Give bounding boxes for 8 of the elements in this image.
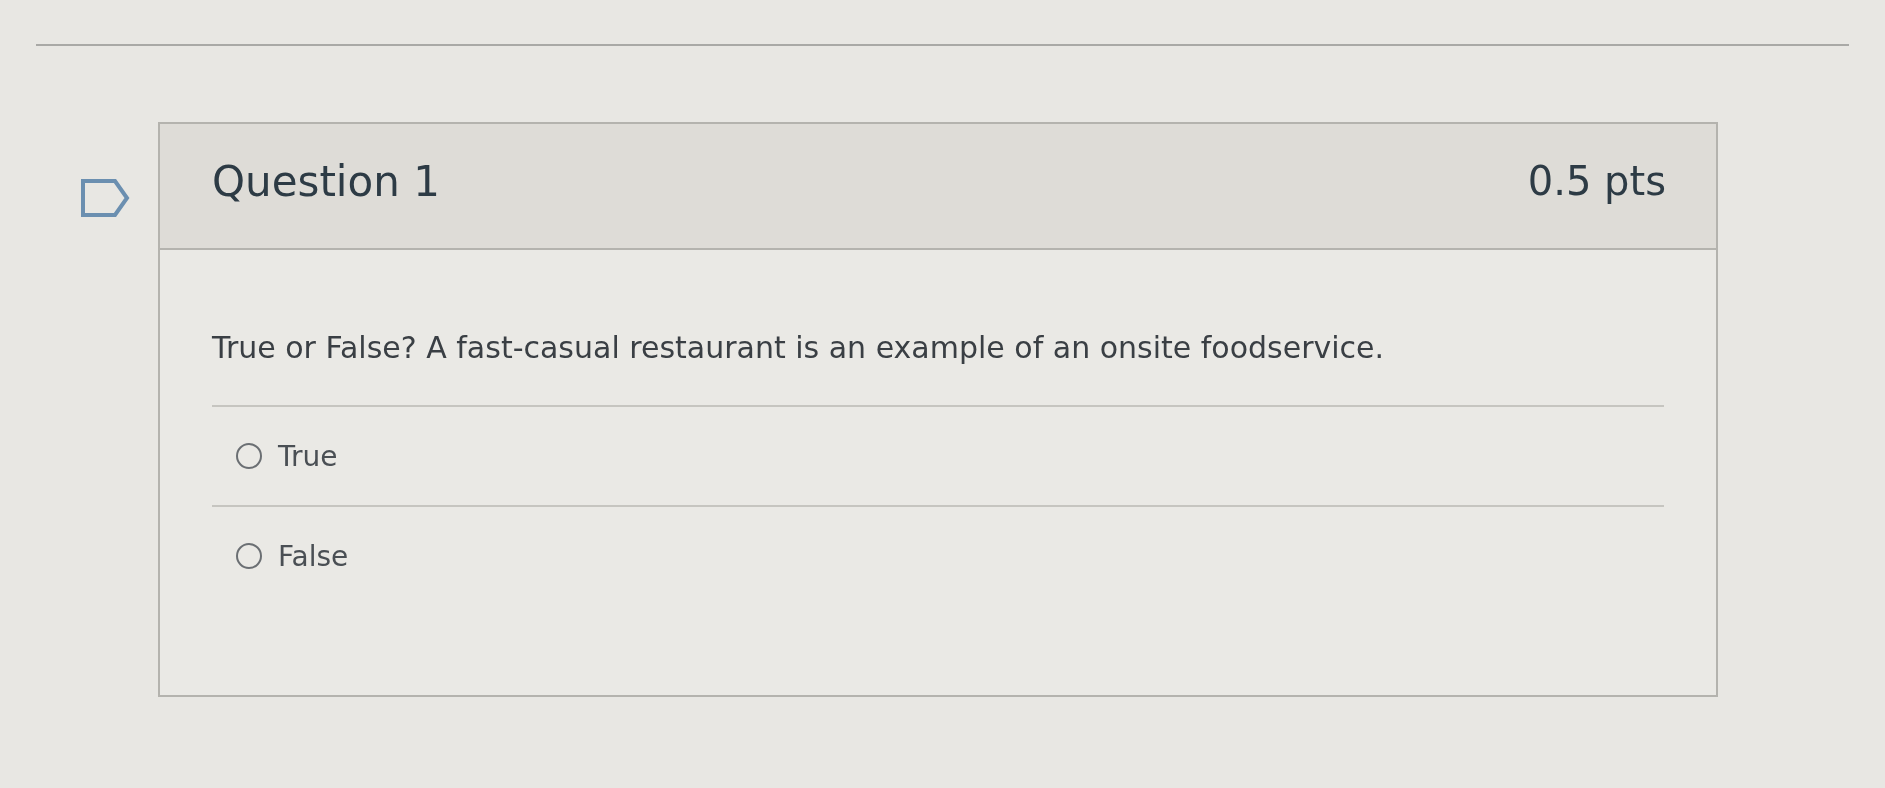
question-title: Question 1 bbox=[212, 156, 440, 206]
answer-label[interactable]: False bbox=[278, 539, 349, 573]
radio-button[interactable] bbox=[236, 443, 262, 469]
answer-label[interactable]: True bbox=[278, 439, 338, 473]
question-text: True or False? A fast-casual restaurant is an example of an onsite foodservice. bbox=[212, 330, 1664, 407]
flag-icon[interactable] bbox=[80, 178, 130, 218]
radio-button[interactable] bbox=[236, 543, 262, 569]
question-points: 0.5 pts bbox=[1527, 158, 1666, 204]
